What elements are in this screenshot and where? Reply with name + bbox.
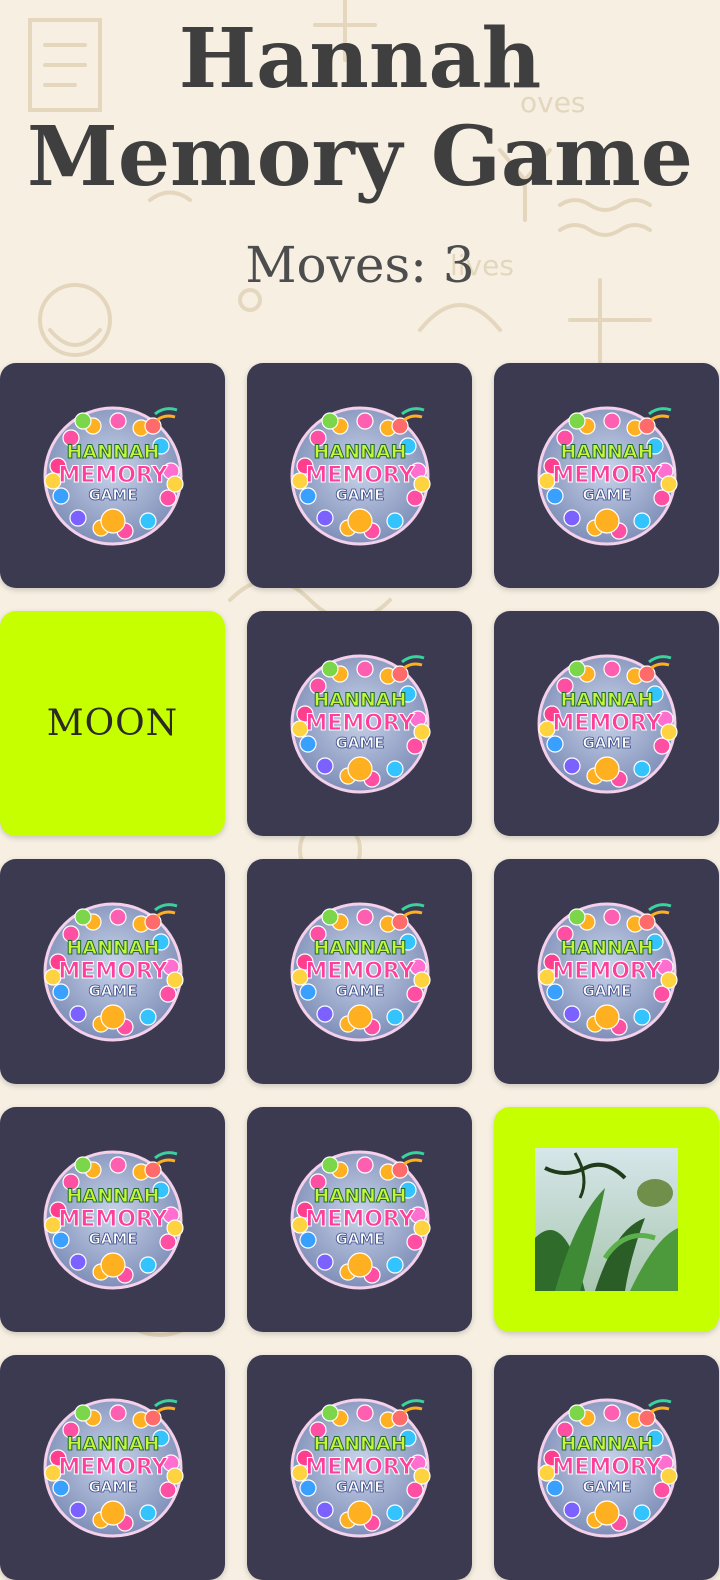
svg-text:HANNAH: HANNAH	[66, 1433, 159, 1455]
svg-text:MEMORY: MEMORY	[58, 959, 168, 984]
memory-card-revealed[interactable]: MOON	[0, 611, 225, 836]
svg-text:HANNAH: HANNAH	[560, 937, 653, 959]
svg-text:GAME: GAME	[582, 486, 631, 504]
memory-card[interactable]: HANNAH MEMORY GAME	[494, 859, 719, 1084]
svg-text:HANNAH: HANNAH	[560, 689, 653, 711]
game-logo-icon: HANNAH MEMORY GAME	[43, 1150, 184, 1289]
memory-card[interactable]: HANNAH MEMORY GAME	[494, 363, 719, 588]
svg-text:GAME: GAME	[88, 1478, 137, 1496]
svg-text:HANNAH: HANNAH	[560, 1433, 653, 1455]
svg-text:HANNAH: HANNAH	[313, 1433, 406, 1455]
svg-text:MEMORY: MEMORY	[305, 711, 415, 736]
memory-card[interactable]: HANNAH MEMORY GAME	[247, 859, 472, 1084]
jungle-image	[535, 1148, 678, 1291]
svg-text:MEMORY: MEMORY	[305, 1455, 415, 1480]
svg-text:MEMORY: MEMORY	[58, 1207, 168, 1232]
memory-card[interactable]: HANNAH MEMORY GAME	[0, 1107, 225, 1332]
memory-card[interactable]: HANNAH MEMORY GAME	[247, 1355, 472, 1580]
memory-card[interactable]: HANNAH MEMORY GAME	[0, 1355, 225, 1580]
game-logo-icon: HANNAH MEMORY GAME	[537, 902, 678, 1041]
svg-text:GAME: GAME	[88, 1230, 137, 1248]
svg-text:MEMORY: MEMORY	[305, 959, 415, 984]
svg-text:GAME: GAME	[335, 1230, 384, 1248]
svg-text:MEMORY: MEMORY	[552, 1455, 662, 1480]
svg-text:MEMORY: MEMORY	[552, 463, 662, 488]
game-logo-icon: HANNAH MEMORY GAME	[290, 1398, 431, 1537]
title-line-1: Hannah	[178, 11, 542, 107]
game-logo-icon: HANNAH MEMORY GAME	[537, 1398, 678, 1537]
svg-text:MEMORY: MEMORY	[552, 711, 662, 736]
svg-text:HANNAH: HANNAH	[313, 937, 406, 959]
game-logo-icon: HANNAH MEMORY GAME	[43, 1398, 184, 1537]
svg-text:HANNAH: HANNAH	[560, 441, 653, 463]
memory-card[interactable]: HANNAH MEMORY GAME	[494, 1355, 719, 1580]
game-logo-icon: HANNAH MEMORY GAME	[290, 902, 431, 1041]
game-logo-icon: HANNAH MEMORY GAME	[290, 654, 431, 793]
svg-text:MEMORY: MEMORY	[58, 463, 168, 488]
svg-text:MEMORY: MEMORY	[552, 959, 662, 984]
svg-text:GAME: GAME	[582, 982, 631, 1000]
svg-text:GAME: GAME	[582, 1478, 631, 1496]
svg-text:HANNAH: HANNAH	[313, 689, 406, 711]
card-grid: HANNAH MEMORY GAME HANNAH MEMORY GAME HA…	[0, 363, 720, 1580]
game-logo-icon: HANNAH MEMORY GAME	[43, 902, 184, 1041]
svg-text:HANNAH: HANNAH	[66, 441, 159, 463]
memory-card[interactable]: HANNAH MEMORY GAME	[247, 611, 472, 836]
game-logo-icon: HANNAH MEMORY GAME	[537, 406, 678, 545]
title-line-2: Memory Game	[27, 109, 693, 205]
svg-text:GAME: GAME	[88, 486, 137, 504]
svg-text:MEMORY: MEMORY	[305, 1207, 415, 1232]
memory-card[interactable]: HANNAH MEMORY GAME	[247, 1107, 472, 1332]
moves-counter: Moves: 3	[245, 236, 475, 294]
svg-text:GAME: GAME	[335, 486, 384, 504]
memory-card[interactable]: HANNAH MEMORY GAME	[0, 859, 225, 1084]
svg-text:GAME: GAME	[335, 982, 384, 1000]
page-title: Hannah Memory Game	[0, 10, 720, 206]
game-logo-icon: HANNAH MEMORY GAME	[43, 406, 184, 545]
svg-text:HANNAH: HANNAH	[66, 1185, 159, 1207]
game-logo-icon: HANNAH MEMORY GAME	[290, 1150, 431, 1289]
game-logo-icon: HANNAH MEMORY GAME	[537, 654, 678, 793]
svg-text:GAME: GAME	[582, 734, 631, 752]
svg-text:GAME: GAME	[88, 982, 137, 1000]
svg-text:GAME: GAME	[335, 1478, 384, 1496]
memory-card[interactable]: HANNAH MEMORY GAME	[494, 611, 719, 836]
memory-card[interactable]: HANNAH MEMORY GAME	[247, 363, 472, 588]
svg-text:MEMORY: MEMORY	[305, 463, 415, 488]
memory-card[interactable]: HANNAH MEMORY GAME	[0, 363, 225, 588]
svg-text:HANNAH: HANNAH	[66, 937, 159, 959]
memory-card-revealed[interactable]	[494, 1107, 719, 1332]
game-logo-icon: HANNAH MEMORY GAME	[290, 406, 431, 545]
svg-text:MEMORY: MEMORY	[58, 1455, 168, 1480]
svg-text:HANNAH: HANNAH	[313, 441, 406, 463]
svg-text:HANNAH: HANNAH	[313, 1185, 406, 1207]
card-word: MOON	[46, 703, 179, 744]
svg-text:GAME: GAME	[335, 734, 384, 752]
